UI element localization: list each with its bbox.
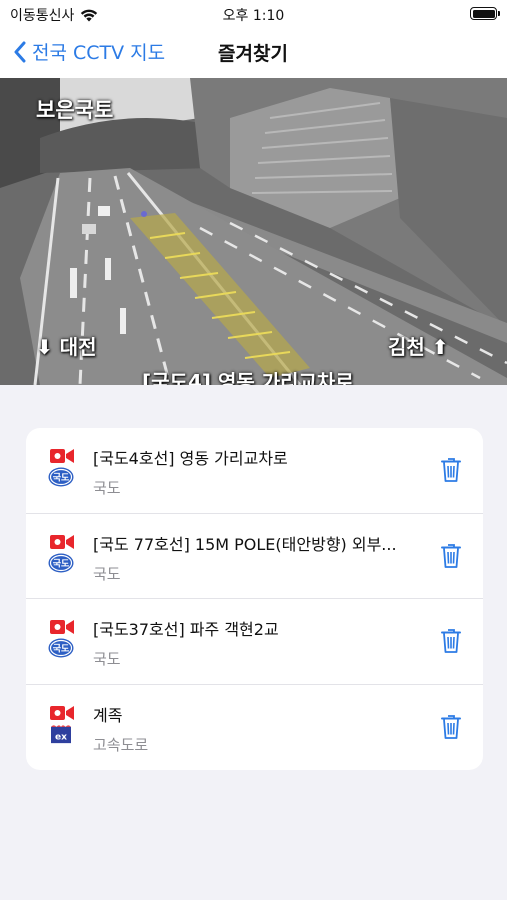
- video-camera-icon: [50, 620, 74, 634]
- type-badge-label: 국도: [53, 473, 70, 484]
- cctv-road-caption: [국도4] 영동 가리교차로: [142, 370, 354, 385]
- cctv-left-direction-label: 대전: [59, 335, 97, 359]
- favorite-icons: 국도: [48, 619, 76, 658]
- battery-icon: [470, 7, 500, 20]
- favorite-row[interactable]: 국도 [국도4호선] 영동 가리교차로 국도: [26, 428, 483, 514]
- national-road-badge-icon: 국도: [48, 638, 74, 658]
- status-bar: 이동통신사 오후 1:10: [0, 0, 507, 28]
- navigation-bar: 전국 CCTV 지도 즐겨찾기: [0, 28, 507, 78]
- arrow-up-icon: ⬆: [431, 335, 449, 359]
- video-camera-icon: [50, 534, 74, 549]
- cctv-right-direction: 김천 ⬆: [388, 331, 449, 360]
- favorites-list: 국도 [국도4호선] 영동 가리교차로 국도 국도 [국도 77호선] 15M …: [26, 428, 483, 770]
- type-badge-label: 국도: [53, 644, 70, 655]
- back-button-label: 전국 CCTV 지도: [32, 42, 166, 64]
- cctv-left-direction: ⬇ 대전: [36, 331, 97, 360]
- national-road-badge-icon: 국도: [48, 467, 74, 487]
- favorite-title: [국도 77호선] 15M POLE(태안방향) 외부...: [93, 534, 397, 554]
- favorite-icons: 국도: [48, 534, 76, 573]
- favorite-subtitle: 국도: [93, 479, 121, 497]
- video-camera-icon: [50, 449, 74, 463]
- cctv-right-direction-label: 김천: [388, 335, 425, 359]
- favorite-title: [국도37호선] 파주 객현2교: [93, 620, 279, 639]
- expressway-badge-icon: ex: [51, 724, 71, 743]
- type-badge-label: ex: [55, 732, 67, 742]
- favorite-title: 계족: [93, 705, 123, 725]
- trash-icon[interactable]: [441, 714, 461, 740]
- trash-icon[interactable]: [441, 628, 461, 654]
- favorite-title: [국도4호선] 영동 가리교차로: [93, 449, 288, 468]
- back-button[interactable]: 전국 CCTV 지도: [14, 38, 165, 65]
- cctv-station-label: 보은국토: [36, 98, 114, 122]
- cctv-video-view[interactable]: 보은국토 ⬇ 대전 김천 ⬆ [국도4] 영동 가리교차로: [0, 78, 507, 385]
- favorite-subtitle: 국도: [93, 564, 121, 583]
- arrow-down-icon: ⬇: [36, 335, 53, 359]
- status-time: 오후 1:10: [222, 8, 285, 24]
- video-camera-icon: [50, 705, 74, 720]
- national-road-badge-icon: 국도: [48, 553, 74, 572]
- favorite-subtitle: 국도: [93, 650, 121, 668]
- favorite-row[interactable]: 국도 [국도 77호선] 15M POLE(태안방향) 외부... 국도: [26, 514, 483, 599]
- favorite-subtitle: 고속도로: [93, 735, 149, 754]
- favorite-row[interactable]: ex 계족 고속도로: [26, 685, 483, 771]
- chevron-left-icon: [14, 41, 26, 62]
- trash-icon[interactable]: [441, 543, 461, 569]
- trash-icon[interactable]: [441, 457, 461, 483]
- favorite-row[interactable]: 국도 [국도37호선] 파주 객현2교 국도: [26, 599, 483, 685]
- type-badge-label: 국도: [53, 558, 70, 569]
- favorite-icons: ex: [48, 705, 76, 744]
- page-title: 즐겨찾기: [218, 43, 288, 65]
- favorite-icons: 국도: [48, 448, 76, 487]
